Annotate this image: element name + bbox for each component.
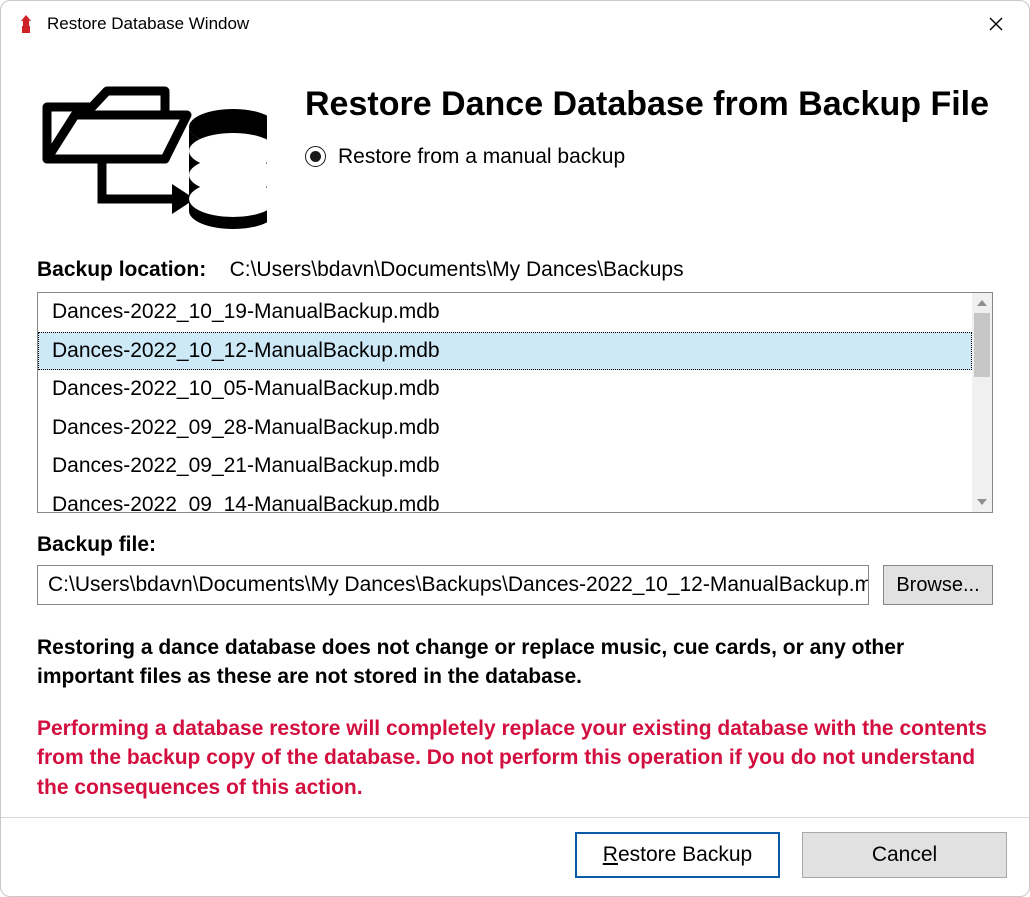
dialog-footer: Restore Backup Cancel xyxy=(1,817,1029,896)
browse-button[interactable]: Browse... xyxy=(883,565,993,605)
warning-note: Performing a database restore will compl… xyxy=(37,714,993,802)
window-title: Restore Database Window xyxy=(47,14,973,34)
titlebar: Restore Database Window xyxy=(1,1,1029,45)
backup-file-row: C:\Users\bdavn\Documents\My Dances\Backu… xyxy=(37,565,993,605)
info-note: Restoring a dance database does not chan… xyxy=(37,633,993,692)
page-heading: Restore Dance Database from Backup File xyxy=(305,87,989,123)
list-item[interactable]: Dances-2022_09_14-ManualBackup.mdb xyxy=(38,486,972,512)
restore-database-dialog: Restore Database Window xyxy=(0,0,1030,897)
header-row: Restore Dance Database from Backup File … xyxy=(37,79,993,234)
listbox-scrollbar[interactable] xyxy=(972,293,992,512)
list-item[interactable]: Dances-2022_10_05-ManualBackup.mdb xyxy=(38,370,972,409)
scroll-track[interactable] xyxy=(972,313,992,492)
backup-file-label: Backup file: xyxy=(37,533,993,557)
backup-location-path: C:\Users\bdavn\Documents\My Dances\Backu… xyxy=(230,258,684,281)
cancel-button[interactable]: Cancel xyxy=(802,832,1007,878)
list-item[interactable]: Dances-2022_09_28-ManualBackup.mdb xyxy=(38,409,972,448)
dialog-content: Restore Dance Database from Backup File … xyxy=(1,45,1029,817)
list-item[interactable]: Dances-2022_09_21-ManualBackup.mdb xyxy=(38,447,972,486)
header-text: Restore Dance Database from Backup File … xyxy=(305,79,989,169)
backup-location-row: Backup location: C:\Users\bdavn\Document… xyxy=(37,258,993,282)
close-icon xyxy=(989,17,1003,31)
radio-label: Restore from a manual backup xyxy=(338,145,625,169)
radio-icon xyxy=(305,146,326,167)
restore-mode-radio[interactable]: Restore from a manual backup xyxy=(305,145,989,169)
folder-database-icon xyxy=(37,79,267,234)
backup-files-listbox[interactable]: Dances-2022_10_19-ManualBackup.mdbDances… xyxy=(37,292,993,513)
scroll-thumb[interactable] xyxy=(974,313,990,377)
app-icon xyxy=(15,13,37,35)
backup-file-input[interactable]: C:\Users\bdavn\Documents\My Dances\Backu… xyxy=(37,565,869,605)
list-item[interactable]: Dances-2022_10_12-ManualBackup.mdb xyxy=(38,332,972,371)
scroll-down-icon[interactable] xyxy=(972,492,992,512)
restore-backup-button[interactable]: Restore Backup xyxy=(575,832,780,878)
scroll-up-icon[interactable] xyxy=(972,293,992,313)
window-close-button[interactable] xyxy=(973,8,1019,40)
list-item[interactable]: Dances-2022_10_19-ManualBackup.mdb xyxy=(38,293,972,332)
backup-location-label: Backup location: xyxy=(37,258,206,281)
